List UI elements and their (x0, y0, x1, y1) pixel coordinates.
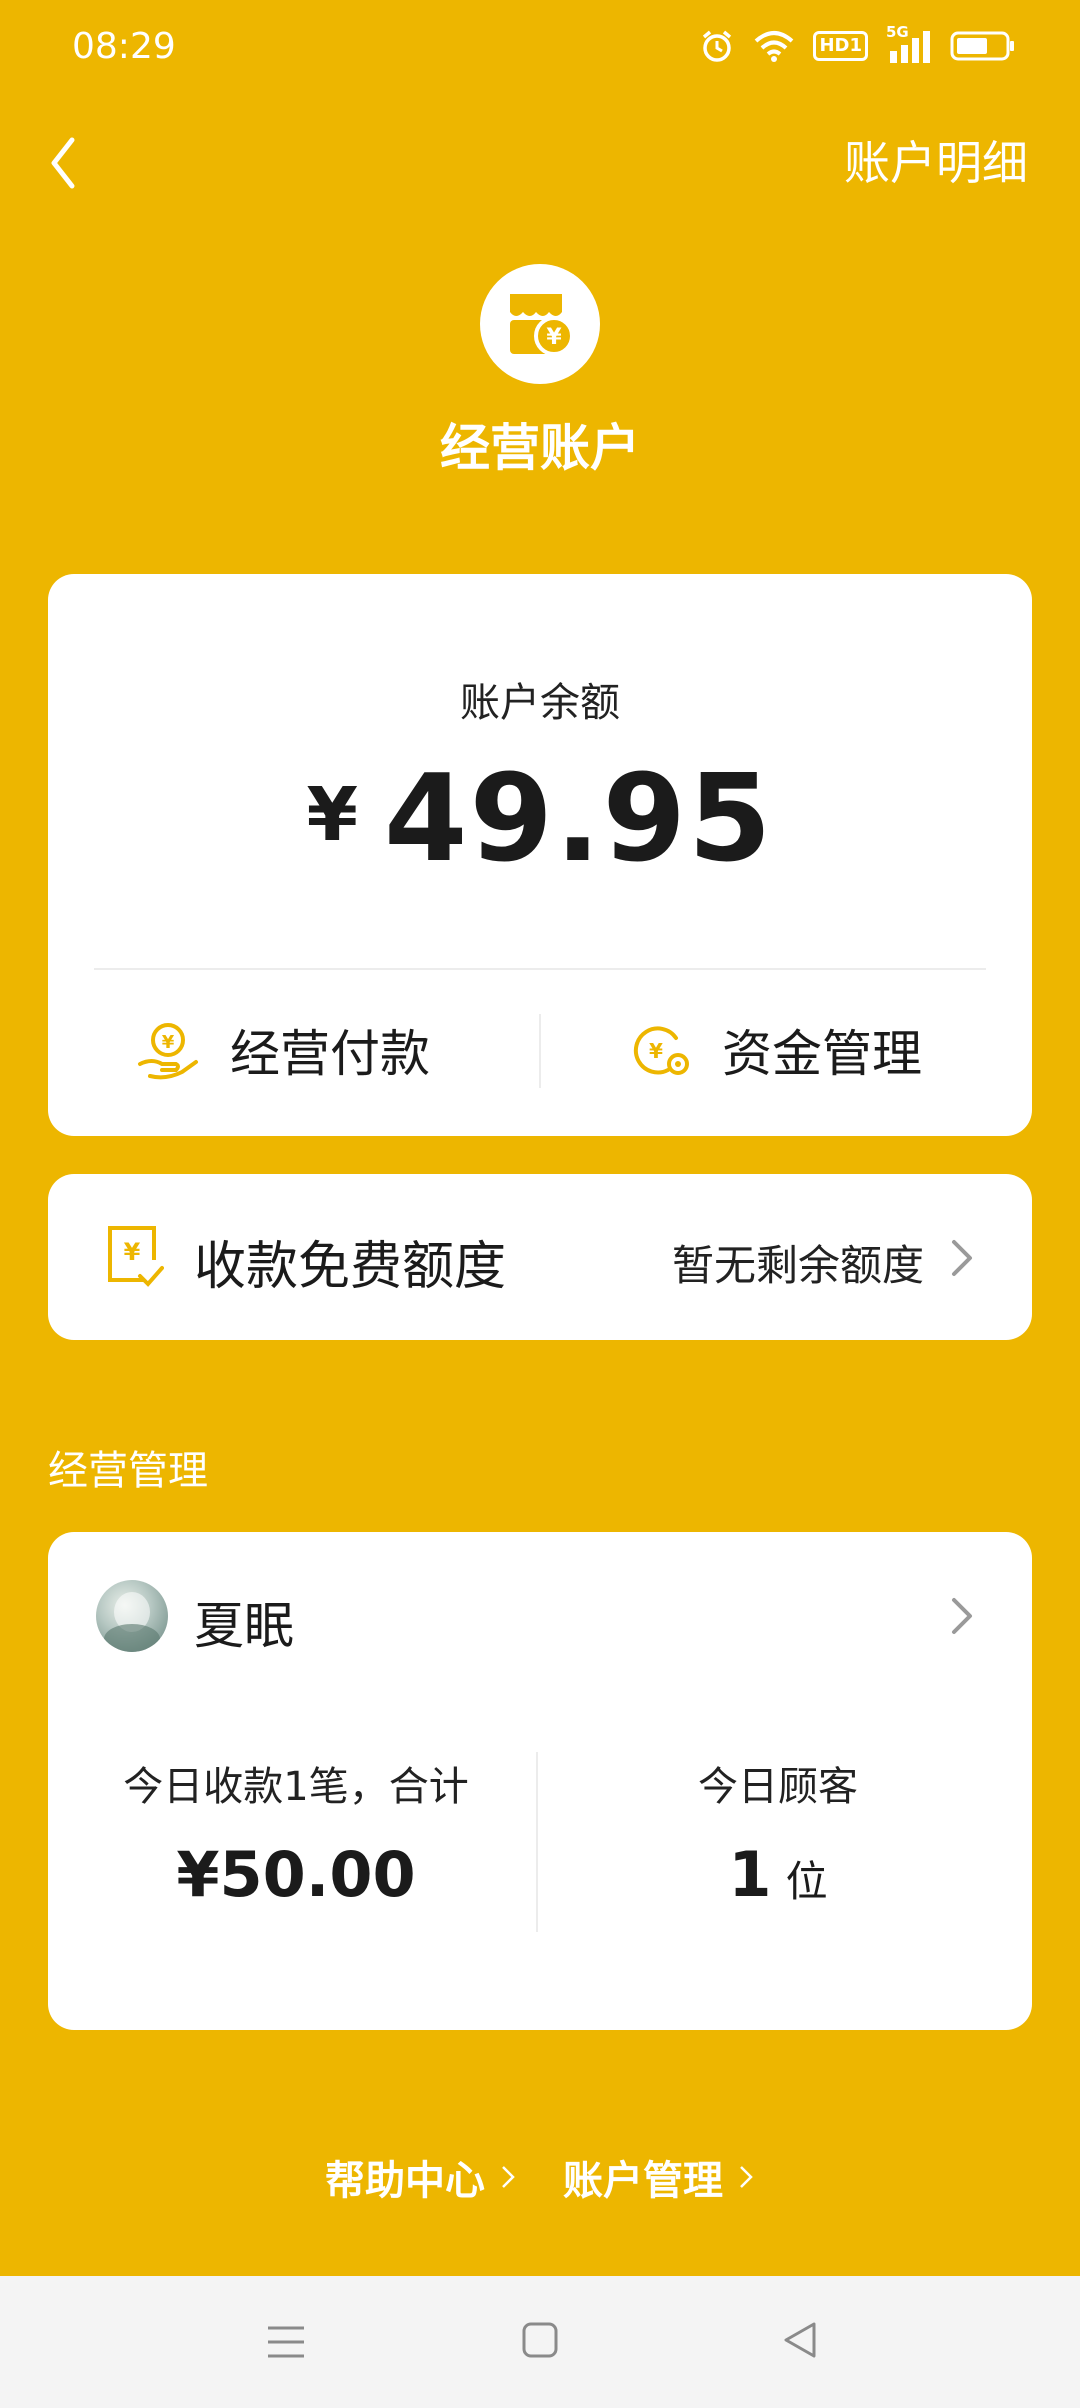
today-payment-value: ¥50.00 (176, 1838, 416, 1911)
fund-management-button[interactable]: ¥ 资金管理 (628, 1014, 922, 1086)
action-label: 资金管理 (722, 1025, 922, 1083)
section-title: 经营管理 (48, 1448, 208, 1494)
account-detail-link[interactable]: 账户明细 (844, 128, 1028, 198)
hand-coin-icon: ¥ (138, 1023, 198, 1080)
divider (536, 1752, 538, 1932)
page-title: 经营账户 (440, 419, 640, 477)
balance-card: 账户余额 ¥ 49.95 ¥ 经营付款 ¥ 资金管理 (48, 574, 1032, 1136)
menu-icon[interactable] (264, 2322, 308, 2362)
chevron-right-icon (952, 1240, 972, 1276)
link-label: 账户管理 (563, 2158, 723, 2204)
business-payment-button[interactable]: ¥ 经营付款 (136, 1014, 430, 1086)
quota-status: 暂无剩余额度 (671, 1241, 924, 1290)
link-label: 帮助中心 (325, 2158, 485, 2204)
svg-text:¥: ¥ (162, 1032, 175, 1053)
status-time: 08:29 (72, 26, 176, 67)
free-quota-row[interactable]: ¥ 收款免费额度 暂无剩余额度 (48, 1174, 1032, 1340)
balance-label: 账户余额 (460, 680, 620, 726)
divider (94, 968, 986, 970)
business-card: 夏眠 今日收款1笔，合计 ¥50.00 今日顾客 1位 (48, 1532, 1032, 2030)
system-navbar (0, 2276, 1080, 2408)
home-icon[interactable] (520, 2320, 560, 2360)
coin-gear-icon: ¥ (633, 1026, 689, 1075)
quota-title: 收款免费额度 (194, 1237, 507, 1297)
customer-count: 1 (728, 1838, 772, 1911)
shop-row[interactable]: 夏眠 (48, 1532, 1032, 1702)
chevron-right-icon (740, 2166, 753, 2188)
footer-links: 帮助中心 账户管理 (0, 2148, 1080, 2206)
chevron-right-icon (502, 2166, 515, 2188)
customer-unit: 位 (785, 1857, 828, 1906)
back-nav-icon[interactable] (780, 2320, 820, 2360)
wifi-icon (755, 31, 794, 62)
chevron-right-icon (952, 1598, 972, 1634)
avatar (96, 1580, 168, 1652)
today-payment-label: 今日收款1笔，合计 (123, 1764, 469, 1810)
divider (539, 1014, 541, 1088)
currency-symbol: ¥ (306, 772, 358, 858)
yen-symbol: ¥ (546, 325, 562, 350)
status-icons: HD1 5G (699, 23, 1016, 68)
chevron-left-icon (51, 137, 75, 189)
svg-text:¥: ¥ (649, 1039, 663, 1063)
back-button[interactable] (40, 128, 110, 198)
svg-text:¥: ¥ (124, 1238, 141, 1266)
hd-icon: HD1 (813, 31, 868, 61)
balance-value: 49.95 (383, 750, 774, 889)
help-center-link[interactable]: 帮助中心 (325, 2148, 517, 2206)
shop-name: 夏眠 (194, 1597, 294, 1655)
receipt-check-icon: ¥ (108, 1226, 164, 1287)
store-coin-icon: ¥ (510, 294, 574, 356)
today-customers-label: 今日顾客 (698, 1764, 858, 1810)
balance-amount: ¥ 49.95 (48, 750, 1032, 889)
alarm-icon (703, 30, 732, 62)
shop-logo-icon: ¥ (480, 264, 600, 384)
cell-signal-icon: 5G (886, 23, 932, 63)
action-label: 经营付款 (230, 1025, 430, 1083)
battery-icon (950, 31, 1014, 61)
account-management-link[interactable]: 账户管理 (563, 2148, 755, 2206)
today-customers-value: 1位 (568, 1838, 988, 1911)
network-type-label: 5G (886, 23, 909, 41)
